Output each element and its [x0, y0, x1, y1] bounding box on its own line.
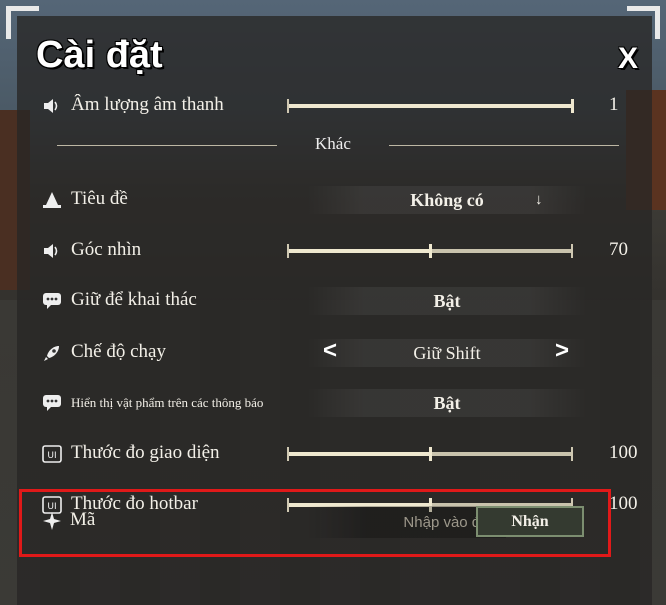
- slider-cap-right: [571, 244, 573, 258]
- fov-slider-fill: [287, 249, 429, 253]
- setting-label-fov: Góc nhìn: [71, 239, 142, 260]
- setting-label-volume: Âm lượng âm thanh: [71, 94, 224, 115]
- title-value[interactable]: Không có ↓: [307, 186, 587, 214]
- setting-row-volume: Âm lượng âm thanh 1: [17, 94, 652, 126]
- ui-icon: UI: [41, 443, 63, 465]
- redeem-button[interactable]: Nhận: [476, 506, 584, 537]
- section-label: Khác: [315, 134, 351, 153]
- ui-scale-control: 100: [287, 438, 638, 470]
- svg-text:UI: UI: [47, 451, 56, 461]
- item-notify-toggle[interactable]: Bật: [287, 387, 627, 419]
- fov-control: 70: [287, 235, 628, 267]
- speaker-icon: [41, 240, 63, 262]
- volume-control: 1: [287, 94, 627, 122]
- ui-scale-value: 100: [609, 442, 638, 463]
- title-value-text: Không có: [410, 190, 484, 210]
- volume-value: 1: [609, 94, 619, 115]
- settings-header: Cài đặt X: [17, 16, 652, 94]
- slider-cap-left: [287, 244, 289, 258]
- setting-label-title: Tiêu đề: [71, 188, 128, 209]
- fov-slider[interactable]: [287, 244, 573, 258]
- slider-cap-right: [571, 447, 573, 461]
- chat-bubble-icon: [41, 392, 63, 414]
- rocket-icon: [41, 342, 63, 364]
- setting-label-ui-scale: Thước đo giao diện: [71, 442, 220, 463]
- run-mode-value: Giữ Shift: [307, 339, 587, 367]
- volume-slider-fill: [287, 104, 573, 108]
- slider-cap-left: [287, 99, 289, 113]
- hold-to-mine-toggle[interactable]: Bật: [287, 285, 627, 317]
- sparkle-icon: [42, 511, 62, 537]
- setting-row-title: Tiêu đề Không có ↓: [17, 180, 652, 220]
- setting-label-item-notify: Hiển thị vật phẩm trên các thông báo: [71, 395, 264, 410]
- divider-line-left: [57, 145, 277, 146]
- divider-line-right: [389, 145, 619, 146]
- volume-slider[interactable]: [287, 99, 574, 113]
- setting-label-run-mode: Chế độ chạy: [71, 341, 166, 362]
- hold-to-mine-value[interactable]: Bật: [307, 287, 587, 315]
- fov-slider-knob[interactable]: [429, 244, 432, 258]
- ui-scale-slider-knob[interactable]: [429, 447, 432, 461]
- setting-row-fov: Góc nhìn 70: [17, 231, 652, 271]
- item-notify-value[interactable]: Bật: [307, 389, 587, 417]
- speaker-icon: [41, 95, 63, 117]
- run-mode-next-button[interactable]: >: [555, 337, 569, 365]
- hotbar-scale-value: 100: [609, 493, 638, 514]
- chat-bubble-icon: [41, 290, 63, 312]
- setting-row-hold-to-mine: Giữ để khai thác Bật: [17, 281, 652, 321]
- code-label: Mã: [70, 509, 96, 530]
- ui-scale-slider[interactable]: [287, 447, 573, 461]
- page-title: Cài đặt: [36, 34, 163, 76]
- ui-scale-slider-fill: [287, 452, 429, 456]
- chevron-down-icon: ↓: [535, 192, 543, 208]
- volume-slider-knob[interactable]: [571, 99, 574, 113]
- setting-row-ui-scale: UI Thước đo giao diện 100: [17, 434, 652, 474]
- setting-row-code: Mã Nhận: [20, 501, 610, 545]
- slider-cap-left: [287, 447, 289, 461]
- close-button[interactable]: X: [618, 42, 638, 76]
- setting-row-item-notify: Hiển thị vật phẩm trên các thông báo Bật: [17, 383, 652, 423]
- setting-row-run-mode: Chế độ chạy < Giữ Shift >: [17, 333, 652, 373]
- wizard-hat-icon: [41, 189, 63, 211]
- run-mode-selector: < Giữ Shift >: [287, 337, 627, 369]
- title-dropdown[interactable]: Không có ↓: [287, 184, 627, 216]
- setting-label-hold-to-mine: Giữ để khai thác: [71, 289, 197, 310]
- section-divider: Khác: [17, 131, 652, 161]
- fov-value: 70: [609, 239, 628, 260]
